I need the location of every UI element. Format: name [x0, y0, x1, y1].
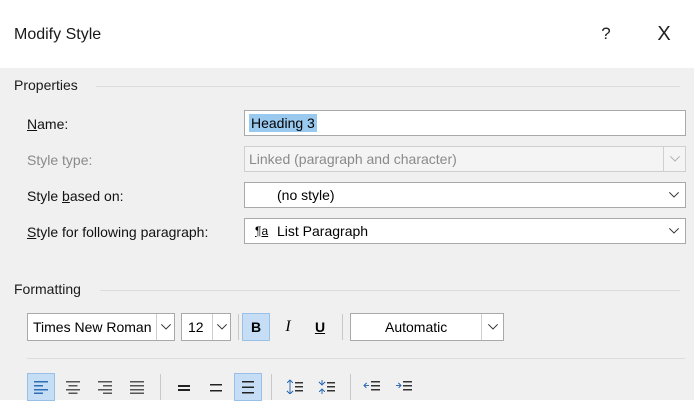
chevron-down-icon [481, 314, 503, 340]
decrease-indent-button[interactable] [358, 373, 386, 401]
double-spacing-button[interactable] [234, 373, 262, 401]
formatting-group-label: Formatting [14, 281, 81, 297]
underline-button[interactable]: U [306, 313, 334, 341]
align-right-icon [98, 381, 112, 394]
font-name-select[interactable]: Times New Roman [27, 313, 175, 341]
help-button[interactable]: ? [594, 22, 618, 46]
formatting-divider [100, 290, 680, 291]
based-on-label-post: ased on: [69, 188, 124, 204]
name-label-accesskey: N [27, 116, 38, 132]
style-type-label: Style type: [27, 152, 93, 168]
align-right-button[interactable] [91, 373, 119, 401]
dialog-title: Modify Style [14, 26, 102, 43]
font-name-value: Times New Roman [33, 319, 152, 335]
font-size-value: 12 [188, 319, 204, 335]
font-color-value: Automatic [385, 319, 448, 335]
name-field-content: Heading 3 [249, 111, 317, 135]
align-left-icon [34, 381, 48, 394]
bold-button[interactable]: B [242, 313, 270, 341]
font-size-select[interactable]: 12 [181, 313, 231, 341]
chevron-down-icon [156, 314, 174, 340]
based-on-label: Style based on: [27, 188, 124, 204]
chevron-down-icon [663, 147, 685, 171]
based-on-label-pre: Style [27, 188, 63, 204]
name-label-text: ame: [37, 116, 69, 132]
justify-button[interactable] [123, 373, 151, 401]
properties-group-label: Properties [14, 77, 78, 93]
align-center-icon [66, 381, 80, 394]
increase-spacing-icon [286, 379, 303, 395]
name-field[interactable]: Heading 3 [244, 110, 686, 136]
properties-divider [96, 86, 680, 87]
one-half-spacing-button[interactable] [202, 373, 230, 401]
based-on-label-accesskey: b [62, 188, 70, 204]
close-button[interactable]: X [651, 21, 677, 47]
following-paragraph-value: List Paragraph [277, 223, 369, 239]
toolbar-separator [271, 374, 272, 400]
font-color-select[interactable]: Automatic [350, 313, 504, 341]
toolbar-separator [350, 374, 351, 400]
formatting-row-divider [27, 358, 685, 359]
style-type-select[interactable]: Linked (paragraph and character) [244, 146, 686, 172]
justify-icon [130, 381, 144, 394]
single-spacing-icon [178, 385, 190, 391]
dialog-body: Properties Name: Heading 3 Style type: L… [0, 68, 694, 401]
based-on-value: (no style) [277, 187, 335, 203]
one-half-spacing-icon [210, 384, 222, 392]
increase-indent-icon [396, 381, 412, 391]
increase-indent-button[interactable] [390, 373, 418, 401]
decrease-indent-icon [363, 381, 380, 391]
paragraph-style-icon: ¶a [255, 224, 269, 238]
chevron-down-icon [663, 219, 685, 243]
align-center-button[interactable] [59, 373, 87, 401]
chevron-down-icon [212, 314, 230, 340]
align-left-button[interactable] [27, 373, 55, 401]
dialog-titlebar: Modify Style ? X [0, 0, 694, 68]
decrease-spacing-icon [318, 380, 335, 394]
toolbar-separator [238, 314, 239, 340]
double-spacing-icon [242, 381, 254, 394]
increase-spacing-button[interactable] [281, 373, 309, 401]
following-paragraph-select[interactable]: ¶a List Paragraph [244, 218, 686, 244]
toolbar-separator [342, 314, 343, 340]
following-label-text: tyle for following paragraph: [36, 224, 209, 240]
style-type-value: Linked (paragraph and character) [249, 151, 457, 167]
chevron-down-icon [663, 183, 685, 207]
decrease-spacing-button[interactable] [313, 373, 341, 401]
italic-button[interactable]: I [274, 313, 302, 341]
based-on-select[interactable]: (no style) [244, 182, 686, 208]
single-spacing-button[interactable] [170, 373, 198, 401]
following-label-accesskey: S [27, 224, 37, 240]
toolbar-separator [160, 374, 161, 400]
following-paragraph-label: Style for following paragraph: [27, 224, 208, 240]
name-label: Name: [27, 116, 68, 132]
name-value: Heading 3 [249, 114, 317, 132]
